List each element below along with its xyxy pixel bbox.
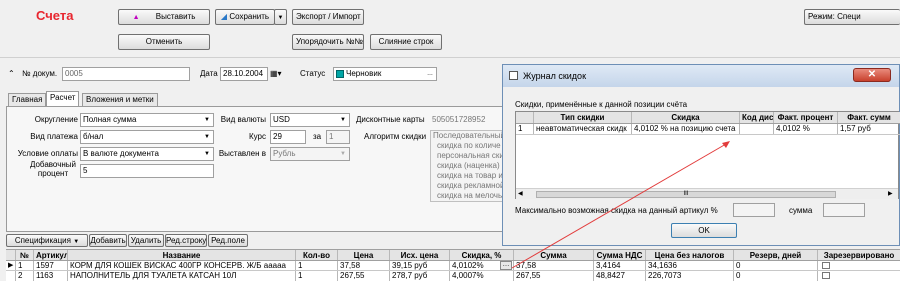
arrow-head [722,141,730,148]
annotation-arrow [511,141,730,269]
arrow-line [511,143,727,269]
